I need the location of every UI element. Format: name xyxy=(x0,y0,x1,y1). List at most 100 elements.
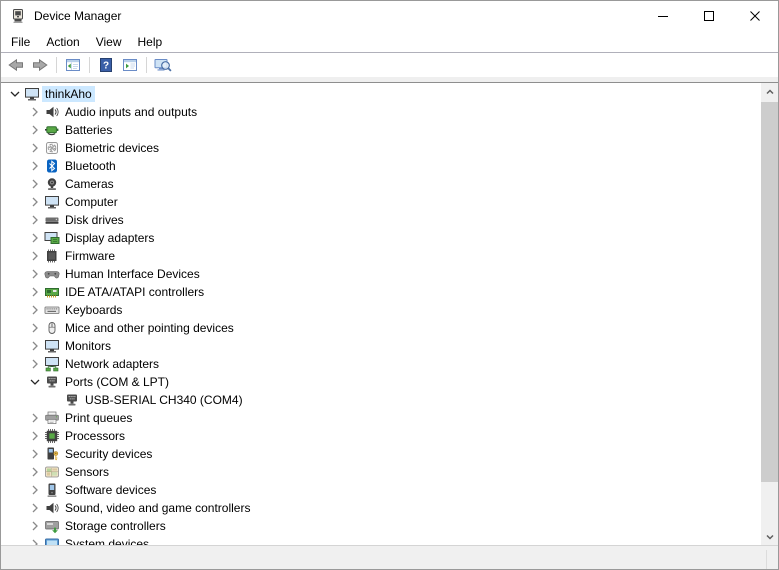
back-button[interactable] xyxy=(4,54,28,76)
vertical-scrollbar[interactable] xyxy=(761,83,778,545)
tree-item-sensors[interactable]: Sensors xyxy=(1,463,761,481)
tree-item-human-interface-devices[interactable]: Human Interface Devices xyxy=(1,265,761,283)
chevron-right-icon[interactable] xyxy=(26,122,44,138)
tree-item-firmware[interactable]: Firmware xyxy=(1,247,761,265)
tree-item-label[interactable]: thinkAho xyxy=(42,86,95,102)
menu-view[interactable]: View xyxy=(88,32,130,52)
scrollbar-track[interactable] xyxy=(761,100,778,528)
scroll-down-button[interactable] xyxy=(761,528,778,545)
chevron-down-icon[interactable] xyxy=(26,374,44,390)
chevron-right-icon[interactable] xyxy=(26,284,44,300)
tree-item-label[interactable]: IDE ATA/ATAPI controllers xyxy=(62,284,207,300)
chevron-right-icon[interactable] xyxy=(26,482,44,498)
scroll-up-button[interactable] xyxy=(761,83,778,100)
chevron-right-icon[interactable] xyxy=(26,266,44,282)
tree-item-network-adapters[interactable]: Network adapters xyxy=(1,355,761,373)
tree-item-label[interactable]: Batteries xyxy=(62,122,115,138)
forward-button[interactable] xyxy=(28,54,52,76)
tree-item-display-adapters[interactable]: Display adapters xyxy=(1,229,761,247)
scrollbar-thumb[interactable] xyxy=(761,102,778,482)
tree-item-biometric-devices[interactable]: Biometric devices xyxy=(1,139,761,157)
close-icon xyxy=(750,11,760,21)
help-button[interactable]: ? xyxy=(94,54,118,76)
close-button[interactable] xyxy=(732,1,778,31)
tree-item-ports-com-lpt[interactable]: Ports (COM & LPT) xyxy=(1,373,761,391)
chevron-right-icon[interactable] xyxy=(26,320,44,336)
tree-item-audio-inputs[interactable]: Audio inputs and outputs xyxy=(1,103,761,121)
tree-item-label[interactable]: Network adapters xyxy=(62,356,162,372)
tree-item-monitors[interactable]: Monitors xyxy=(1,337,761,355)
tree-item-software-devices[interactable]: Software devices xyxy=(1,481,761,499)
tree-item-label[interactable]: Firmware xyxy=(62,248,118,264)
bluetooth-icon xyxy=(44,158,62,174)
tree-item-label[interactable]: Bluetooth xyxy=(62,158,119,174)
tree-item-label[interactable]: Storage controllers xyxy=(62,518,169,534)
tree-item-computer[interactable]: Computer xyxy=(1,193,761,211)
tree-item-label[interactable]: Audio inputs and outputs xyxy=(62,104,200,120)
tree-item-label[interactable]: Software devices xyxy=(62,482,159,498)
show-hide-action-pane-button[interactable] xyxy=(118,54,142,76)
show-hide-console-tree-button[interactable] xyxy=(61,54,85,76)
tree-item-sound-video-game[interactable]: Sound, video and game controllers xyxy=(1,499,761,517)
tree-item-label[interactable]: Print queues xyxy=(62,410,135,426)
tree-item-system-devices[interactable]: System devices xyxy=(1,535,761,545)
chevron-right-icon[interactable] xyxy=(26,410,44,426)
tree-item-label[interactable]: Human Interface Devices xyxy=(62,266,203,282)
tree-item-label[interactable]: Disk drives xyxy=(62,212,127,228)
action-pane-icon xyxy=(122,57,138,73)
tree-item-cameras[interactable]: Cameras xyxy=(1,175,761,193)
chevron-right-icon[interactable] xyxy=(26,212,44,228)
tree-item-print-queues[interactable]: Print queues xyxy=(1,409,761,427)
maximize-button[interactable] xyxy=(686,1,732,31)
tree-item-storage-controllers[interactable]: Storage controllers xyxy=(1,517,761,535)
chevron-right-icon[interactable] xyxy=(26,464,44,480)
tree-item-label[interactable]: Sound, video and game controllers xyxy=(62,500,253,516)
tree-item-keyboards[interactable]: Keyboards xyxy=(1,301,761,319)
menu-file[interactable]: File xyxy=(3,32,38,52)
tree-item-label[interactable]: Ports (COM & LPT) xyxy=(62,374,172,390)
chevron-right-icon[interactable] xyxy=(26,158,44,174)
tree-item-processors[interactable]: Processors xyxy=(1,427,761,445)
chevron-right-icon[interactable] xyxy=(26,248,44,264)
toolbar-separator xyxy=(56,57,57,73)
chevron-right-icon[interactable] xyxy=(26,230,44,246)
tree-item-mice[interactable]: Mice and other pointing devices xyxy=(1,319,761,337)
tree-item-ide-controllers[interactable]: IDE ATA/ATAPI controllers xyxy=(1,283,761,301)
chevron-right-icon[interactable] xyxy=(26,536,44,545)
tree-item-disk-drives[interactable]: Disk drives xyxy=(1,211,761,229)
chevron-right-icon[interactable] xyxy=(26,500,44,516)
tree-item-label[interactable]: Display adapters xyxy=(62,230,157,246)
tree-item-label[interactable]: USB-SERIAL CH340 (COM4) xyxy=(82,392,246,408)
tree-item-label[interactable]: Cameras xyxy=(62,176,117,192)
tree-item-label[interactable]: Biometric devices xyxy=(62,140,162,156)
chevron-right-icon[interactable] xyxy=(26,140,44,156)
tree-item-label[interactable]: Computer xyxy=(62,194,121,210)
tree-item-label[interactable]: System devices xyxy=(62,536,152,545)
tree-item-label[interactable]: Mice and other pointing devices xyxy=(62,320,237,336)
tree-item-label[interactable]: Sensors xyxy=(62,464,112,480)
chevron-right-icon[interactable] xyxy=(26,338,44,354)
chevron-right-icon[interactable] xyxy=(26,356,44,372)
chevron-right-icon[interactable] xyxy=(26,446,44,462)
chevron-right-icon[interactable] xyxy=(26,104,44,120)
tree-item-bluetooth[interactable]: Bluetooth xyxy=(1,157,761,175)
scan-for-hardware-changes-button[interactable] xyxy=(151,54,175,76)
tree-item-label[interactable]: Security devices xyxy=(62,446,155,462)
tree-item-batteries[interactable]: Batteries xyxy=(1,121,761,139)
tree-item-usb-serial-ch340[interactable]: USB-SERIAL CH340 (COM4) xyxy=(1,391,761,409)
menu-action[interactable]: Action xyxy=(38,32,87,52)
keyboard-icon xyxy=(44,302,62,318)
tree-item-label[interactable]: Monitors xyxy=(62,338,114,354)
tree-item-thinkaho[interactable]: thinkAho xyxy=(1,85,761,103)
tree-item-label[interactable]: Processors xyxy=(62,428,128,444)
chevron-right-icon[interactable] xyxy=(26,518,44,534)
chevron-right-icon[interactable] xyxy=(26,194,44,210)
menu-help[interactable]: Help xyxy=(130,32,171,52)
tree-item-security-devices[interactable]: Security devices xyxy=(1,445,761,463)
chevron-right-icon[interactable] xyxy=(26,302,44,318)
chevron-right-icon[interactable] xyxy=(26,428,44,444)
minimize-button[interactable] xyxy=(640,1,686,31)
chevron-down-icon[interactable] xyxy=(6,86,24,102)
chevron-right-icon[interactable] xyxy=(26,176,44,192)
tree-item-label[interactable]: Keyboards xyxy=(62,302,125,318)
